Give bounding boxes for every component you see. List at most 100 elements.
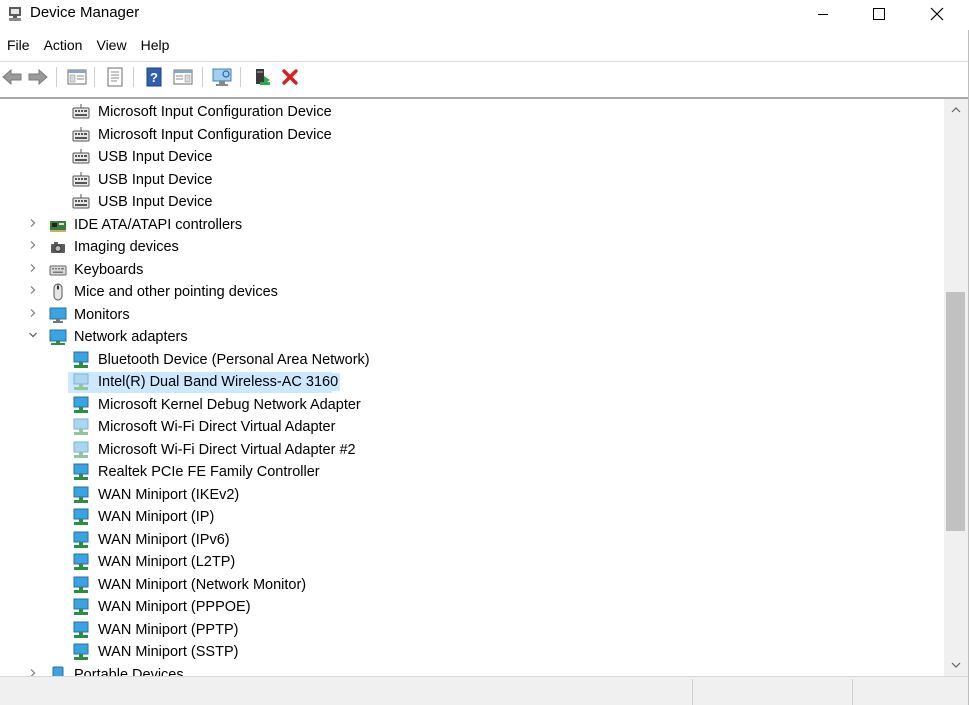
tree-item-label: Microsoft Input Configuration Device bbox=[98, 126, 332, 143]
tree-item-bluetooth-device-personal-area-network[interactable]: Bluetooth Device (Personal Area Network) bbox=[0, 349, 940, 371]
network-adapter-disabled-icon bbox=[72, 373, 90, 391]
scan-hardware-button[interactable] bbox=[210, 66, 234, 88]
chevron-down-icon[interactable] bbox=[28, 329, 40, 343]
network-icon bbox=[49, 328, 67, 346]
forward-button[interactable] bbox=[26, 66, 50, 88]
tree-item-wan-miniport-ip[interactable]: WAN Miniport (IP) bbox=[0, 506, 940, 528]
tree-item-wan-miniport-network-monitor[interactable]: WAN Miniport (Network Monitor) bbox=[0, 574, 940, 596]
tree-item-microsoft-kernel-debug-network-adapter[interactable]: Microsoft Kernel Debug Network Adapter bbox=[0, 394, 940, 416]
maximize-button[interactable] bbox=[850, 0, 908, 28]
tree-item-usb-input-device[interactable]: USB Input Device bbox=[0, 169, 940, 191]
help-icon: ? bbox=[146, 67, 162, 87]
tree-item-wan-miniport-ikev2[interactable]: WAN Miniport (IKEv2) bbox=[0, 484, 940, 506]
tree-item-label: Microsoft Wi-Fi Direct Virtual Adapter bbox=[98, 419, 336, 435]
action-pane-button[interactable] bbox=[171, 66, 195, 88]
monitor-icon bbox=[49, 306, 67, 324]
tree-item-microsoft-wi-fi-direct-virtual-adapter[interactable]: Microsoft Wi-Fi Direct Virtual Adapter bbox=[0, 416, 940, 438]
tree-item-label: Mice and other pointing devices bbox=[74, 284, 278, 300]
hid-icon bbox=[72, 193, 90, 211]
chevron-right-icon[interactable] bbox=[28, 667, 40, 676]
tree-item-label: Imaging devices bbox=[74, 239, 179, 255]
help-button[interactable]: ? bbox=[142, 66, 166, 88]
tree-item-label: WAN Miniport (L2TP) bbox=[98, 554, 236, 570]
action-pane-icon bbox=[173, 69, 193, 85]
close-icon bbox=[930, 7, 944, 21]
properties-button[interactable] bbox=[103, 66, 127, 88]
properties-icon bbox=[107, 67, 123, 87]
network-adapter-icon bbox=[72, 553, 90, 571]
tree-item-label: Intel(R) Dual Band Wireless-AC 3160 bbox=[96, 373, 341, 391]
menu-action[interactable]: Action bbox=[37, 34, 90, 58]
tree-item-label: Microsoft Kernel Debug Network Adapter bbox=[98, 396, 361, 413]
tree-item-wan-miniport-pppoe[interactable]: WAN Miniport (PPPOE) bbox=[0, 596, 940, 618]
network-adapter-icon bbox=[72, 531, 90, 549]
tree-item-wan-miniport-l2tp[interactable]: WAN Miniport (L2TP) bbox=[0, 551, 940, 573]
keyboard-icon bbox=[49, 261, 67, 279]
menu-help[interactable]: Help bbox=[134, 34, 177, 58]
tree-item-realtek-pcie-fe-family-controller[interactable]: Realtek PCIe FE Family Controller bbox=[0, 461, 940, 483]
tree-item-portable-devices[interactable]: Portable Devices bbox=[0, 664, 940, 677]
chevron-right-icon[interactable] bbox=[28, 239, 40, 253]
tree-item-microsoft-input-configuration-device[interactable]: Microsoft Input Configuration Device bbox=[0, 101, 940, 123]
show-hide-console-tree-button[interactable] bbox=[65, 66, 89, 88]
update-driver-button[interactable] bbox=[250, 66, 274, 88]
tree-item-label: USB Input Device bbox=[98, 149, 213, 165]
tree-item-keyboards[interactable]: Keyboards bbox=[0, 259, 940, 281]
minimize-icon bbox=[818, 14, 828, 15]
tree-item-wan-miniport-sstp[interactable]: WAN Miniport (SSTP) bbox=[0, 641, 940, 663]
device-tree[interactable]: Microsoft Input Configuration Device Micr… bbox=[0, 99, 944, 676]
mouse-icon bbox=[49, 283, 67, 301]
scroll-up-button[interactable] bbox=[944, 99, 968, 121]
tree-item-label: WAN Miniport (IPv6) bbox=[98, 531, 230, 548]
tree-item-label: WAN Miniport (PPPOE) bbox=[98, 599, 251, 615]
tree-item-label: WAN Miniport (PPTP) bbox=[98, 621, 239, 638]
tree-item-label: WAN Miniport (IKEv2) bbox=[98, 486, 240, 503]
chevron-right-icon[interactable] bbox=[28, 217, 40, 231]
tree-item-imaging-devices[interactable]: Imaging devices bbox=[0, 236, 940, 258]
tree-item-label: Bluetooth Device (Personal Area Network) bbox=[98, 351, 370, 368]
chevron-right-icon[interactable] bbox=[28, 307, 40, 321]
chevron-right-icon[interactable] bbox=[28, 284, 40, 298]
tree-item-microsoft-input-configuration-device[interactable]: Microsoft Input Configuration Device bbox=[0, 124, 940, 146]
network-adapter-icon bbox=[72, 486, 90, 504]
tree-item-network-adapters[interactable]: Network adapters bbox=[0, 326, 940, 348]
menu-file[interactable]: File bbox=[0, 34, 37, 58]
tree-item-intel-r-dual-band-wireless-ac-3160[interactable]: Intel(R) Dual Band Wireless-AC 3160 bbox=[0, 371, 940, 393]
back-button[interactable] bbox=[0, 66, 24, 88]
menu-view[interactable]: View bbox=[89, 34, 133, 58]
console-tree-icon bbox=[67, 69, 87, 85]
device-manager-window: Device Manager File Action View Help ? M… bbox=[0, 0, 969, 705]
network-adapter-icon bbox=[72, 351, 90, 369]
toolbar-separator bbox=[94, 67, 95, 87]
tree-item-label: WAN Miniport (SSTP) bbox=[98, 644, 239, 660]
red-x-icon bbox=[282, 69, 298, 85]
tree-item-ide-ata-atapi-controllers[interactable]: IDE ATA/ATAPI controllers bbox=[0, 214, 940, 236]
close-button[interactable] bbox=[908, 0, 966, 28]
svg-text:?: ? bbox=[150, 70, 158, 85]
chevron-right-icon[interactable] bbox=[28, 262, 40, 276]
tree-item-wan-miniport-pptp[interactable]: WAN Miniport (PPTP) bbox=[0, 619, 940, 641]
vertical-scrollbar[interactable] bbox=[944, 99, 968, 676]
camera-icon bbox=[49, 238, 67, 256]
scroll-down-button[interactable] bbox=[944, 654, 968, 676]
network-adapter-icon bbox=[72, 508, 90, 526]
tree-item-wan-miniport-ipv6[interactable]: WAN Miniport (IPv6) bbox=[0, 529, 940, 551]
monitor-scan-icon bbox=[212, 68, 232, 86]
window-title: Device Manager bbox=[30, 4, 140, 21]
tree-item-label: Portable Devices bbox=[74, 666, 184, 677]
tree-item-usb-input-device[interactable]: USB Input Device bbox=[0, 146, 940, 168]
ide-controller-icon bbox=[49, 216, 67, 234]
tree-item-label: Network adapters bbox=[74, 329, 188, 345]
maximize-icon bbox=[873, 8, 885, 20]
title-bar[interactable]: Device Manager bbox=[0, 0, 969, 30]
minimize-button[interactable] bbox=[794, 0, 852, 28]
scroll-thumb[interactable] bbox=[946, 292, 965, 531]
tree-item-monitors[interactable]: Monitors bbox=[0, 304, 940, 326]
toolbar-separator bbox=[133, 67, 134, 87]
network-adapter-icon bbox=[72, 576, 90, 594]
tree-item-label: WAN Miniport (Network Monitor) bbox=[98, 576, 307, 593]
tree-item-microsoft-wi-fi-direct-virtual-adapter-2[interactable]: Microsoft Wi-Fi Direct Virtual Adapter #… bbox=[0, 439, 940, 461]
uninstall-device-button[interactable] bbox=[278, 66, 302, 88]
tree-item-usb-input-device[interactable]: USB Input Device bbox=[0, 191, 940, 213]
tree-item-mice-and-other-pointing-devices[interactable]: Mice and other pointing devices bbox=[0, 281, 940, 303]
